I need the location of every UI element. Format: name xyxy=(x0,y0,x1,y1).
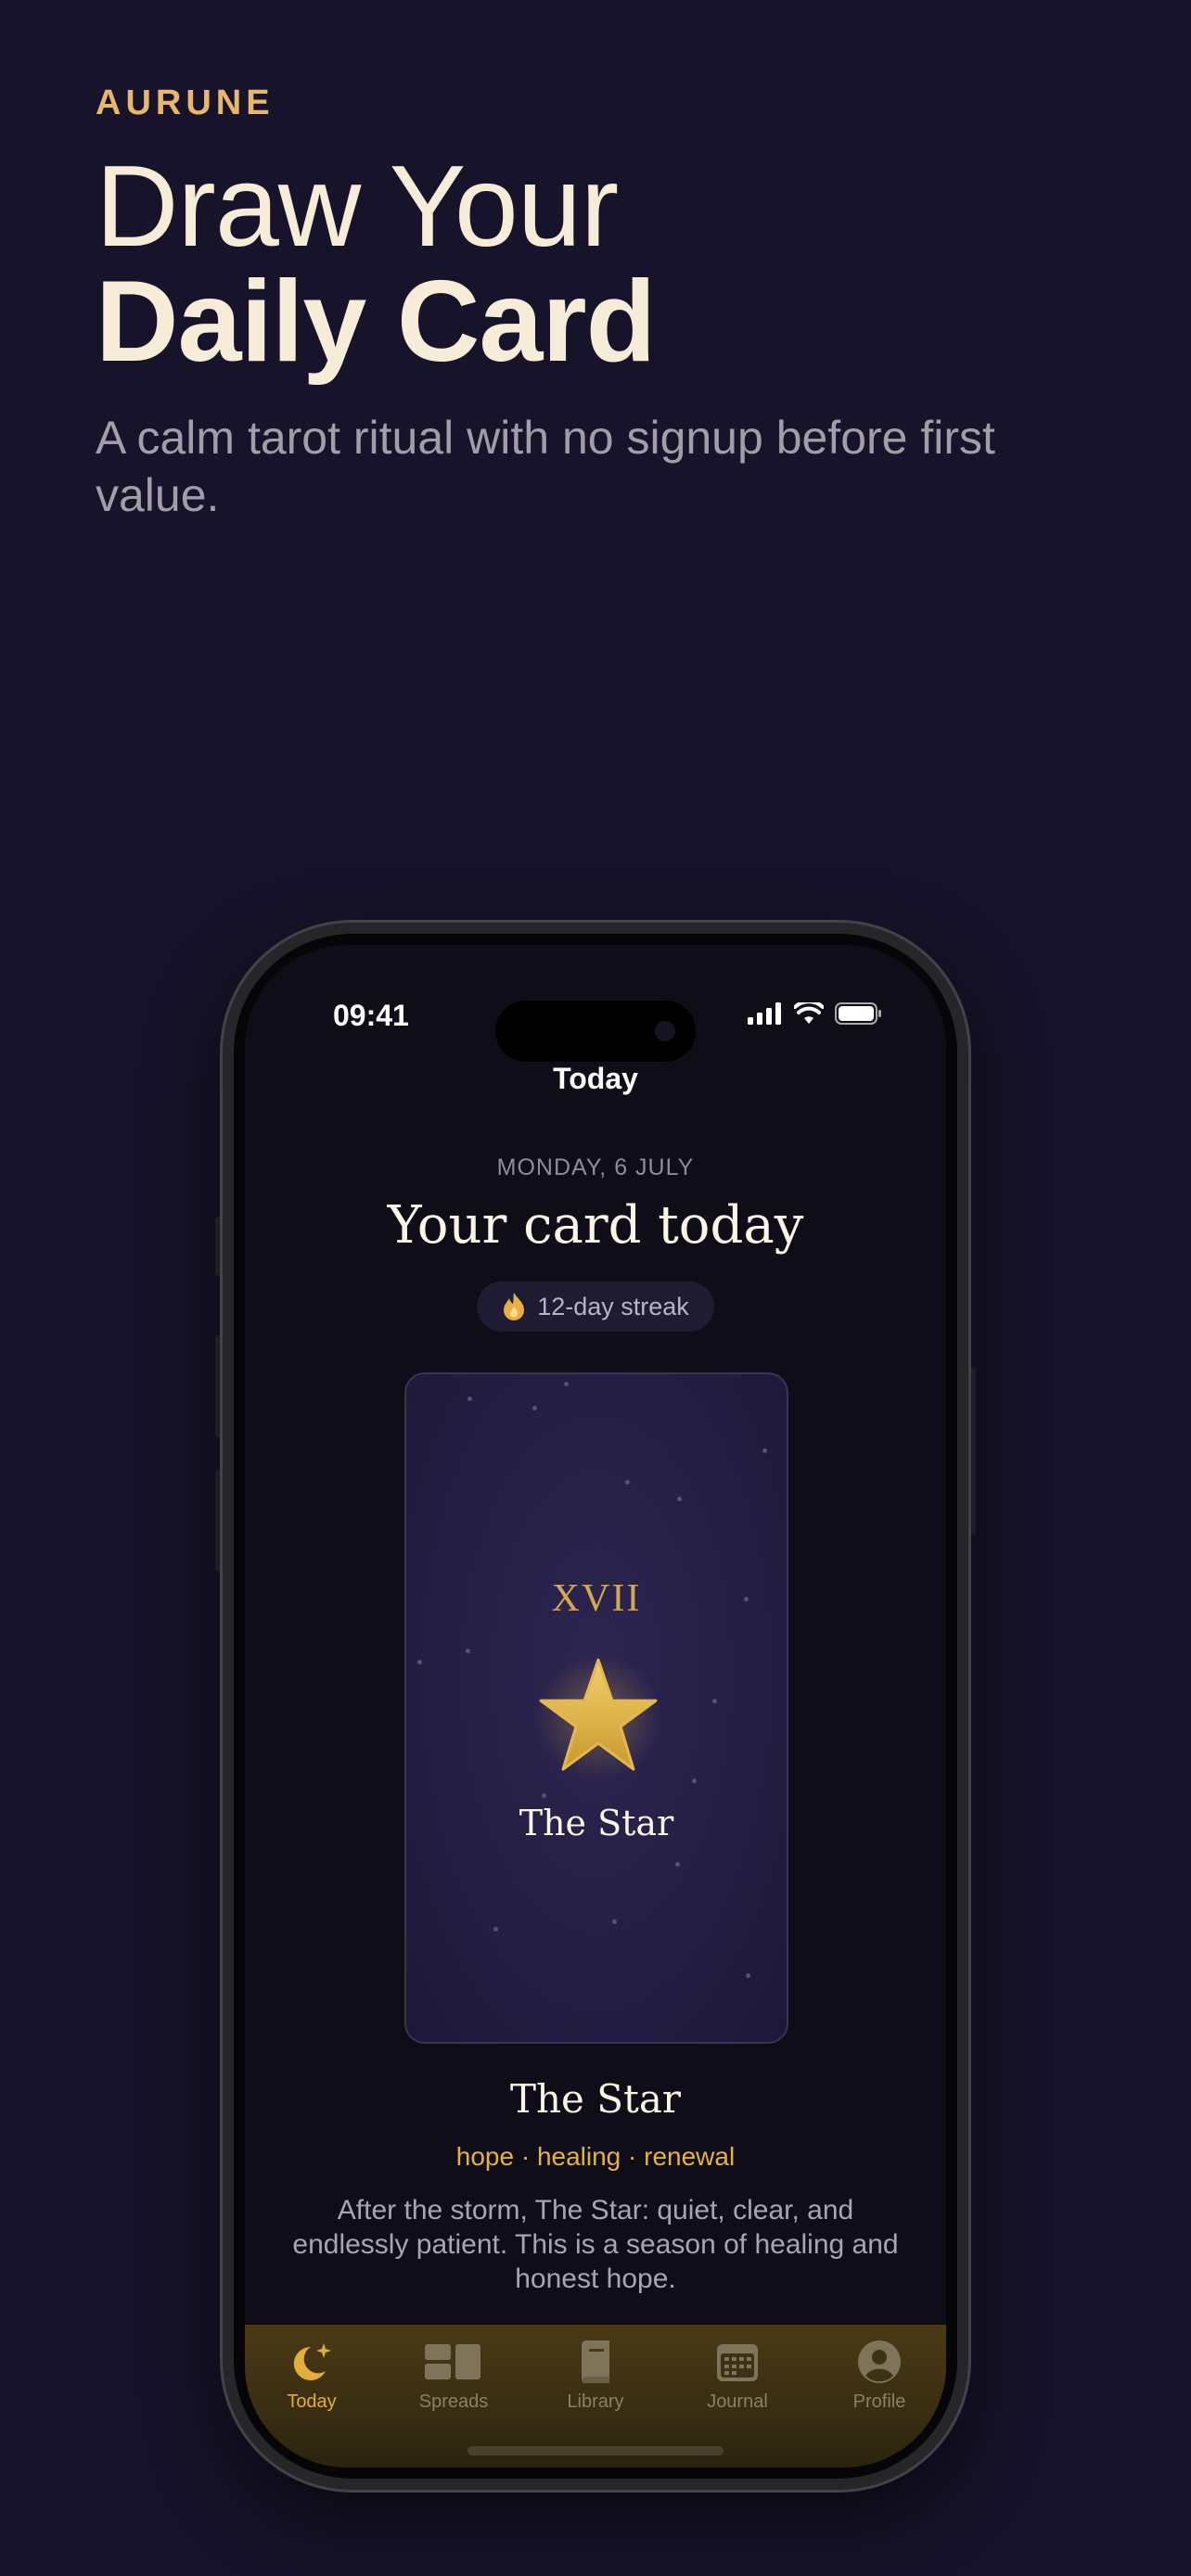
battery-icon xyxy=(835,1002,881,1025)
signal-icon xyxy=(748,1002,781,1025)
person-icon xyxy=(858,2340,901,2383)
book-icon xyxy=(582,2340,609,2384)
hero-subtitle: A calm tarot ritual with no signup befor… xyxy=(96,412,995,521)
tab-label: Library xyxy=(567,2391,624,2412)
wifi-icon xyxy=(794,1002,824,1024)
card-dot xyxy=(675,1862,680,1867)
spreads-icon xyxy=(425,2344,480,2379)
tab-journal[interactable]: Journal xyxy=(672,2338,802,2413)
home-indicator xyxy=(467,2446,724,2455)
tab-label: Profile xyxy=(852,2391,906,2412)
card-dot xyxy=(564,1382,569,1386)
card-keywords: hope · healing · renewal xyxy=(455,2142,736,2171)
streak-label: 12-day streak xyxy=(537,1292,689,1320)
date-label: MONDAY, 6 JULY xyxy=(496,1154,695,1180)
card-title: The Star xyxy=(509,2076,682,2122)
card-name: The Star xyxy=(519,1803,674,1843)
card-dot xyxy=(542,1793,546,1798)
card-description: After the storm, The Star: quiet, clear,… xyxy=(292,2195,899,2294)
brand-name: AURUNE xyxy=(96,83,275,122)
card-dot xyxy=(692,1779,697,1783)
card-dot xyxy=(625,1480,630,1485)
nav-title: Today xyxy=(553,1062,638,1095)
card-dot xyxy=(762,1448,767,1453)
card-dot xyxy=(712,1699,717,1703)
star-icon xyxy=(533,1652,663,1782)
moon-sparkle-icon xyxy=(293,2343,331,2380)
tarot-card[interactable]: XVII The Star xyxy=(404,1372,788,2044)
status-time: 09:41 xyxy=(333,999,409,1032)
status-icons xyxy=(748,1002,883,1025)
card-dot xyxy=(493,1927,498,1932)
tab-library[interactable]: Library xyxy=(531,2338,660,2413)
tab-today[interactable]: Today xyxy=(247,2338,377,2413)
streak-badge: 12-day streak xyxy=(477,1282,714,1332)
card-numeral: XVII xyxy=(551,1577,642,1620)
headline: Your card today xyxy=(387,1195,804,1256)
calendar-icon xyxy=(717,2344,758,2381)
flame-icon xyxy=(504,1293,525,1320)
phone-screen: 09:41 Today MONDAY, 6 JULY Your card tod… xyxy=(245,945,946,2468)
card-dot xyxy=(746,1973,750,1978)
action-button xyxy=(215,1217,223,1276)
card-dot xyxy=(612,1919,617,1924)
status-bar: 09:41 xyxy=(245,982,946,1062)
hero: AURUNE Draw Your Daily Card A calm tarot… xyxy=(96,83,1116,524)
card-dot xyxy=(467,1396,472,1401)
card-dot xyxy=(677,1497,682,1501)
tab-label: Today xyxy=(287,2391,337,2412)
tab-label: Spreads xyxy=(418,2391,489,2412)
hero-title-line1: Draw Your xyxy=(96,143,619,271)
card-dot xyxy=(466,1649,470,1653)
card-dot xyxy=(532,1406,537,1410)
tab-spreads[interactable]: Spreads xyxy=(389,2338,519,2413)
dynamic-island xyxy=(495,1001,696,1062)
volume-up-button xyxy=(215,1335,223,1437)
tab-label: Journal xyxy=(707,2391,768,2412)
hero-title-line2: Daily Card xyxy=(96,258,656,386)
card-dot xyxy=(417,1660,422,1664)
tab-profile[interactable]: Profile xyxy=(814,2338,944,2413)
camera-icon xyxy=(655,1021,675,1041)
power-button xyxy=(968,1368,976,1535)
volume-down-button xyxy=(215,1470,223,1572)
